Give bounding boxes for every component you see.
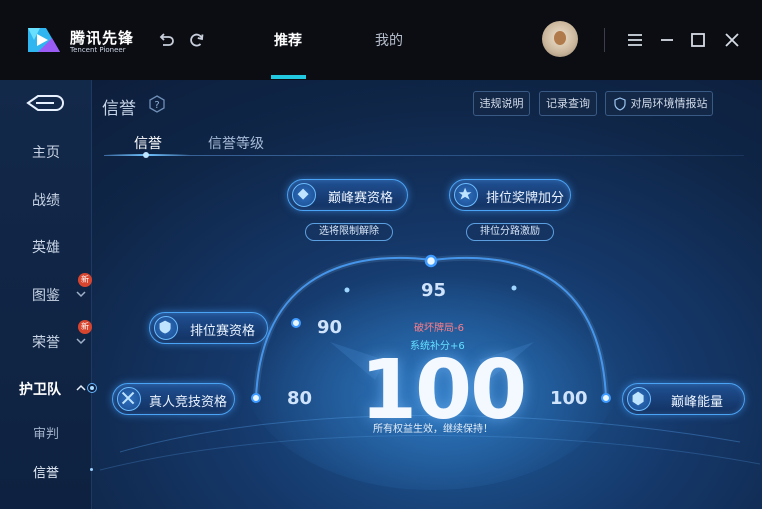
ranked-qualification-button[interactable]: 排位赛资格 [149, 312, 268, 344]
tick-label-95: 95 [421, 280, 447, 301]
peak-match-qualification-button[interactable]: 巅峰赛资格 [287, 179, 408, 211]
gauge-node-80 [251, 393, 261, 403]
peak-energy-button[interactable]: 巅峰能量 [622, 383, 745, 415]
real-player-qualification-button[interactable]: 真人竞技资格 [112, 383, 235, 415]
gauge-node-90 [291, 318, 301, 328]
crest-icon [154, 316, 178, 340]
energy-icon [627, 387, 651, 411]
tab-mine[interactable]: 我的 [375, 30, 403, 50]
titlebar-divider [604, 28, 605, 52]
tick-label-90: 90 [317, 317, 343, 338]
rank-reward-bonus-button[interactable]: 排位奖牌加分 [449, 179, 571, 211]
logo-mark-icon [28, 28, 60, 52]
app-window: 腾讯先锋 Tencent Pioneer 推荐 我的 主页 战绩 英雄 图鉴 新… [0, 0, 762, 509]
logo-text: 腾讯先锋 [70, 29, 135, 47]
gauge-node-100 [601, 393, 611, 403]
avatar[interactable] [542, 21, 578, 57]
credit-gauge [99, 250, 761, 490]
swords-icon [117, 387, 141, 411]
menu-icon[interactable] [625, 30, 645, 50]
main-content: 主页 战绩 英雄 图鉴 新 荣誉 新 护卫队 审判 信誉 信誉 ? 违规说明 记… [0, 80, 762, 509]
maximize-icon[interactable] [688, 30, 708, 50]
status-message: 所有权益生效，继续保持！ [373, 424, 493, 435]
close-icon[interactable] [722, 30, 742, 50]
active-tab-indicator [271, 75, 306, 79]
star-icon [454, 183, 478, 207]
tick-label-80: 80 [287, 388, 313, 409]
logo-subtext: Tencent Pioneer [70, 46, 126, 54]
pick-restriction-button[interactable]: 选将限制解除 [305, 223, 393, 241]
tab-recommend[interactable]: 推荐 [274, 30, 302, 50]
undo-icon[interactable] [156, 30, 176, 50]
minimize-icon[interactable] [657, 30, 677, 50]
tick-label-100: 100 [550, 388, 588, 409]
gauge-node-95 [424, 254, 438, 268]
title-bar: 腾讯先锋 Tencent Pioneer 推荐 我的 [0, 0, 762, 80]
lane-incentive-button[interactable]: 排位分路激励 [466, 223, 554, 241]
diamond-icon [292, 183, 316, 207]
penalty-text: 破坏牌局-6 [414, 323, 464, 334]
refresh-icon[interactable] [187, 30, 207, 50]
app-logo[interactable]: 腾讯先锋 Tencent Pioneer [24, 22, 134, 58]
